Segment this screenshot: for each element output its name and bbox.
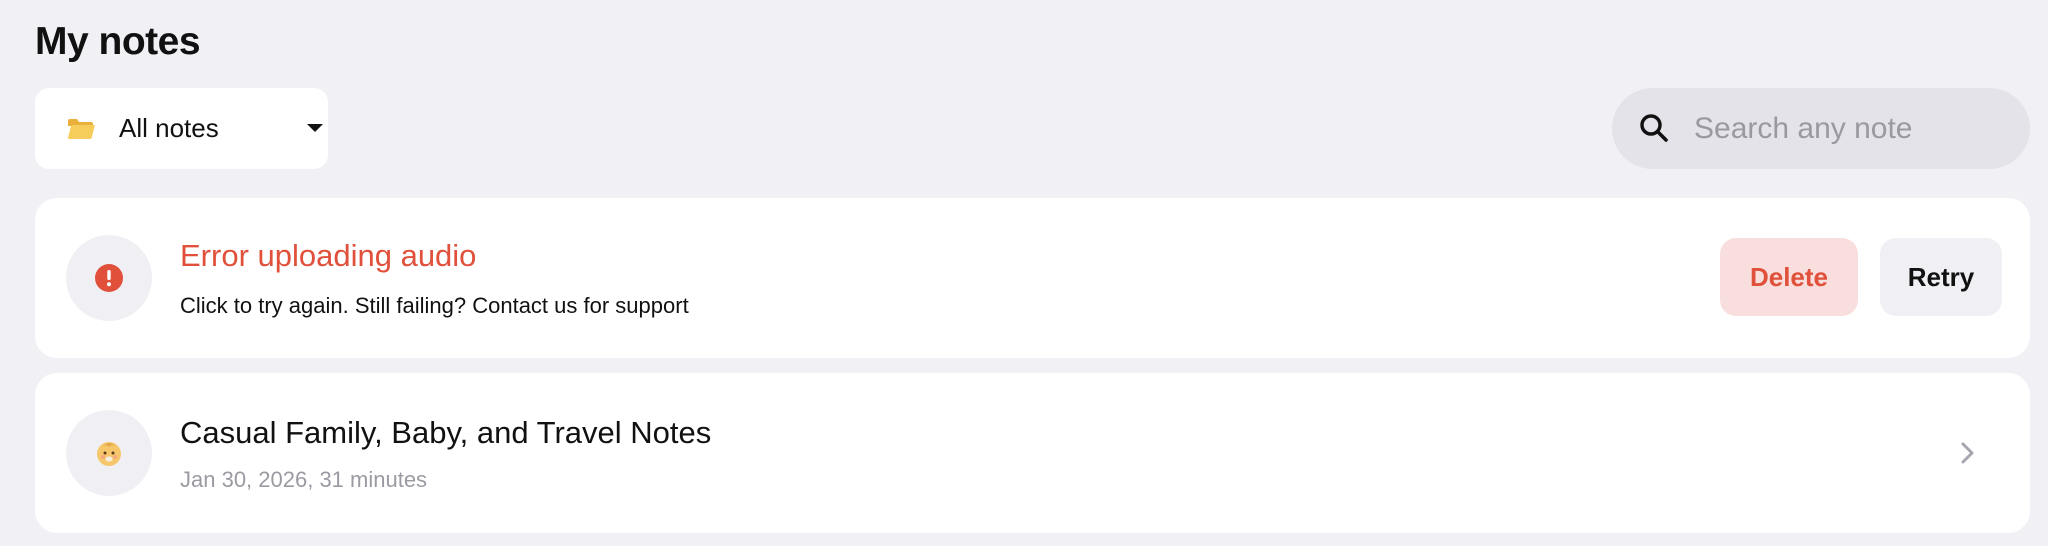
note-title: Casual Family, Baby, and Travel Notes — [180, 415, 712, 450]
folder-filter-dropdown[interactable]: All notes — [35, 88, 328, 169]
retry-button[interactable]: Retry — [1880, 238, 2002, 316]
search-icon — [1638, 112, 1670, 144]
baby-emoji-icon — [97, 442, 121, 466]
search-input[interactable] — [1692, 88, 2012, 169]
note-list-item[interactable]: Casual Family, Baby, and Travel Notes Ja… — [35, 373, 2030, 533]
caret-down-icon — [307, 124, 323, 132]
search-box[interactable] — [1612, 88, 2030, 169]
error-icon — [95, 264, 123, 292]
chevron-right-icon — [1960, 439, 1976, 467]
folder-filter-label: All notes — [119, 113, 219, 143]
note-avatar — [66, 410, 152, 496]
note-meta: Jan 30, 2026, 31 minutes — [180, 467, 428, 492]
error-upload-card[interactable]: Error uploading audio Click to try again… — [35, 198, 2030, 358]
error-title: Error uploading audio — [180, 238, 477, 273]
error-avatar — [66, 235, 152, 321]
page-title: My notes — [35, 20, 201, 63]
folder-icon — [67, 118, 95, 140]
error-message: Click to try again. Still failing? Conta… — [180, 293, 689, 318]
delete-button[interactable]: Delete — [1720, 238, 1858, 316]
